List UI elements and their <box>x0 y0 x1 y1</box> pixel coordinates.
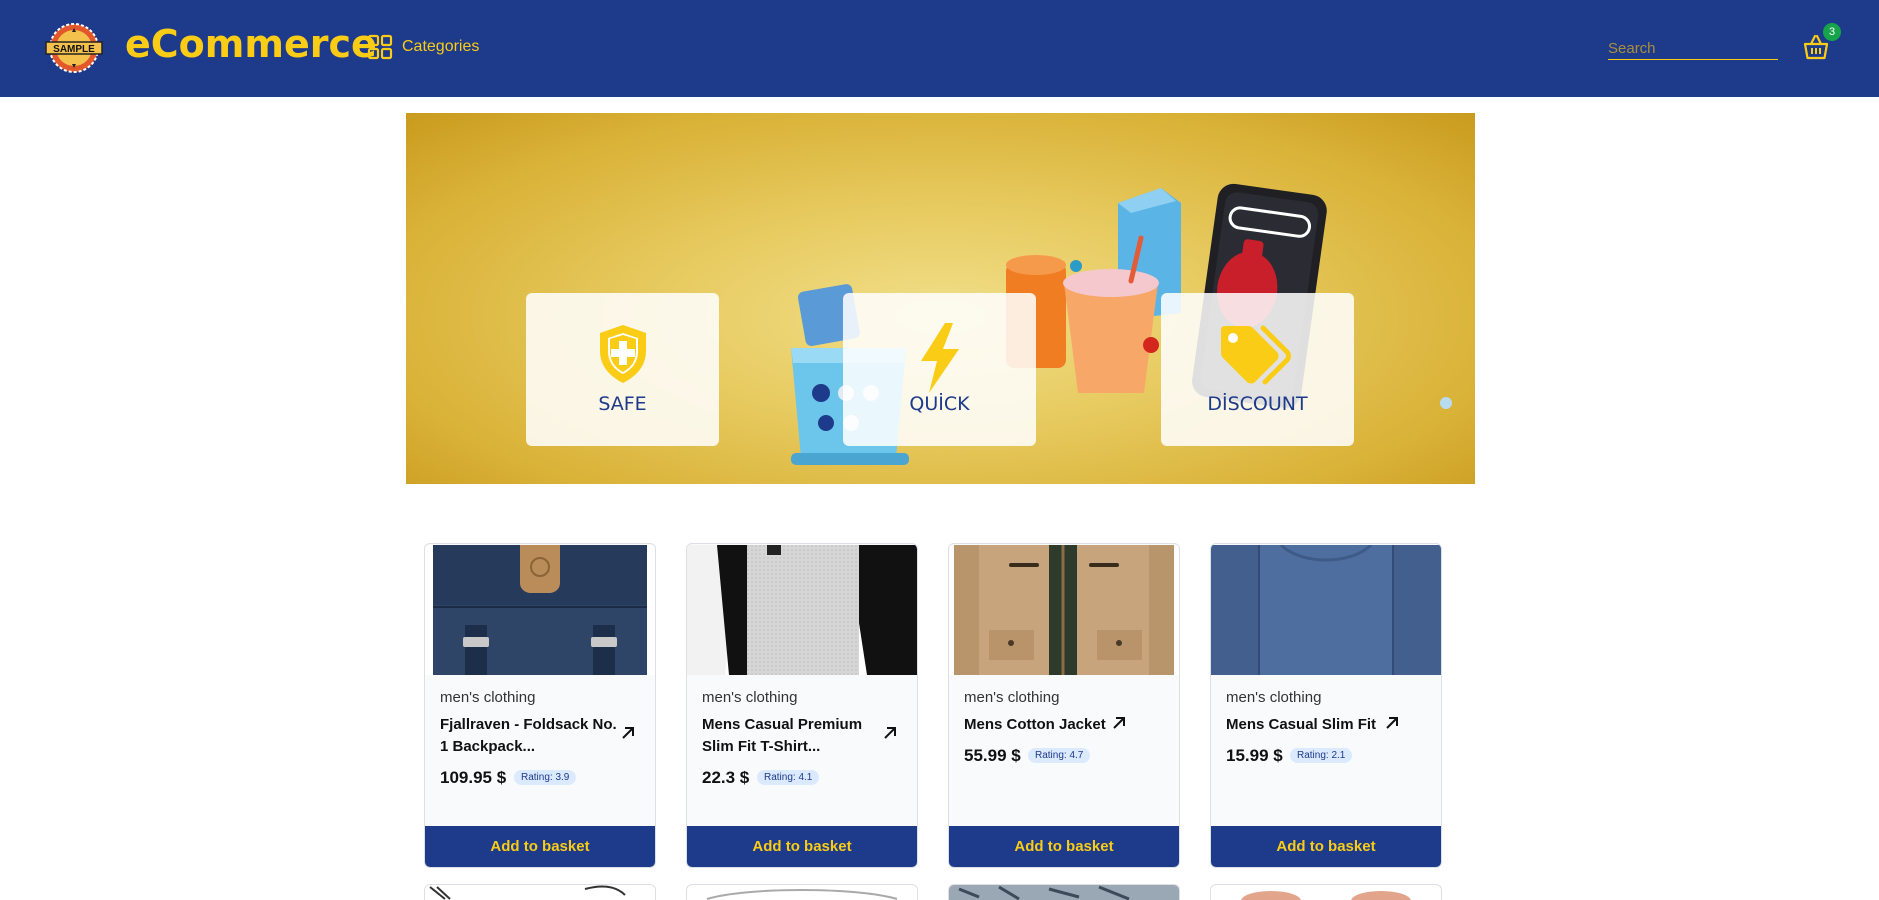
shield-plus-icon <box>599 325 646 383</box>
product-card[interactable]: men's clothing Mens Casual Slim Fit 15.9… <box>1210 543 1442 868</box>
feature-card-quick: QUİCK <box>843 293 1036 446</box>
feature-card-safe: SAFE <box>526 293 719 446</box>
top-navbar: SAMPLE eCommerce Categories 3 <box>0 0 1879 97</box>
external-link-icon[interactable] <box>882 725 898 741</box>
basket-count-badge: 3 <box>1823 23 1841 41</box>
product-price: 55.99 $ <box>964 746 1021 765</box>
product-price: 15.99 $ <box>1226 746 1283 765</box>
brand-title[interactable]: eCommerce <box>125 22 377 66</box>
product-image[interactable] <box>687 545 917 675</box>
feature-label: DİSCOUNT <box>1207 393 1308 415</box>
product-card-partial[interactable] <box>1210 884 1442 900</box>
product-category: men's clothing <box>1226 689 1322 706</box>
product-price: 22.3 $ <box>702 768 750 787</box>
lightning-icon <box>920 323 959 393</box>
product-card[interactable]: men's clothing Mens Cotton Jacket 55.99 … <box>948 543 1180 868</box>
sample-logo[interactable]: SAMPLE <box>44 22 104 74</box>
feature-label: QUİCK <box>909 393 970 415</box>
product-title[interactable]: Mens Casual Slim Fit <box>1226 714 1376 736</box>
rating-badge: Rating: 4.7 <box>1028 748 1091 763</box>
product-card[interactable]: men's clothing Mens Casual Premium Slim … <box>686 543 918 868</box>
product-category: men's clothing <box>702 689 798 706</box>
product-price: 109.95 $ <box>440 768 507 787</box>
product-title[interactable]: Fjallraven - Foldsack No. 1 Backpack... <box>440 714 620 758</box>
product-card[interactable]: men's clothing Fjallraven - Foldsack No.… <box>424 543 656 868</box>
rating-badge: Rating: 4.1 <box>757 770 820 785</box>
feature-label: SAFE <box>598 393 647 415</box>
product-category: men's clothing <box>964 689 1060 706</box>
categories-button[interactable]: Categories <box>367 34 479 60</box>
add-to-basket-button[interactable]: Add to basket <box>949 826 1179 867</box>
search-input[interactable] <box>1608 38 1778 60</box>
product-image[interactable] <box>949 545 1179 675</box>
add-to-basket-button[interactable]: Add to basket <box>687 826 917 867</box>
product-image[interactable] <box>425 545 655 675</box>
feature-card-discount: DİSCOUNT <box>1161 293 1354 446</box>
price-tag-icon <box>1220 325 1291 385</box>
add-to-basket-button[interactable]: Add to basket <box>1211 826 1441 867</box>
product-title[interactable]: Mens Cotton Jacket <box>964 714 1106 736</box>
categories-label: Categories <box>402 38 480 55</box>
external-link-icon[interactable] <box>1111 715 1127 731</box>
rating-badge: Rating: 3.9 <box>514 770 577 785</box>
product-image[interactable] <box>1211 545 1441 675</box>
external-link-icon[interactable] <box>1384 715 1400 731</box>
rating-badge: Rating: 2.1 <box>1290 748 1353 763</box>
product-card-partial[interactable] <box>686 884 918 900</box>
svg-text:SAMPLE: SAMPLE <box>53 44 95 55</box>
product-card-partial[interactable] <box>424 884 656 900</box>
external-link-icon[interactable] <box>620 725 636 741</box>
add-to-basket-button[interactable]: Add to basket <box>425 826 655 867</box>
grid-icon <box>367 34 393 60</box>
product-card-partial[interactable] <box>948 884 1180 900</box>
product-category: men's clothing <box>440 689 536 706</box>
hero-banner: SAFE QUİCK DİSCOUNT <box>406 113 1475 484</box>
product-title[interactable]: Mens Casual Premium Slim Fit T-Shirt... <box>702 714 882 758</box>
